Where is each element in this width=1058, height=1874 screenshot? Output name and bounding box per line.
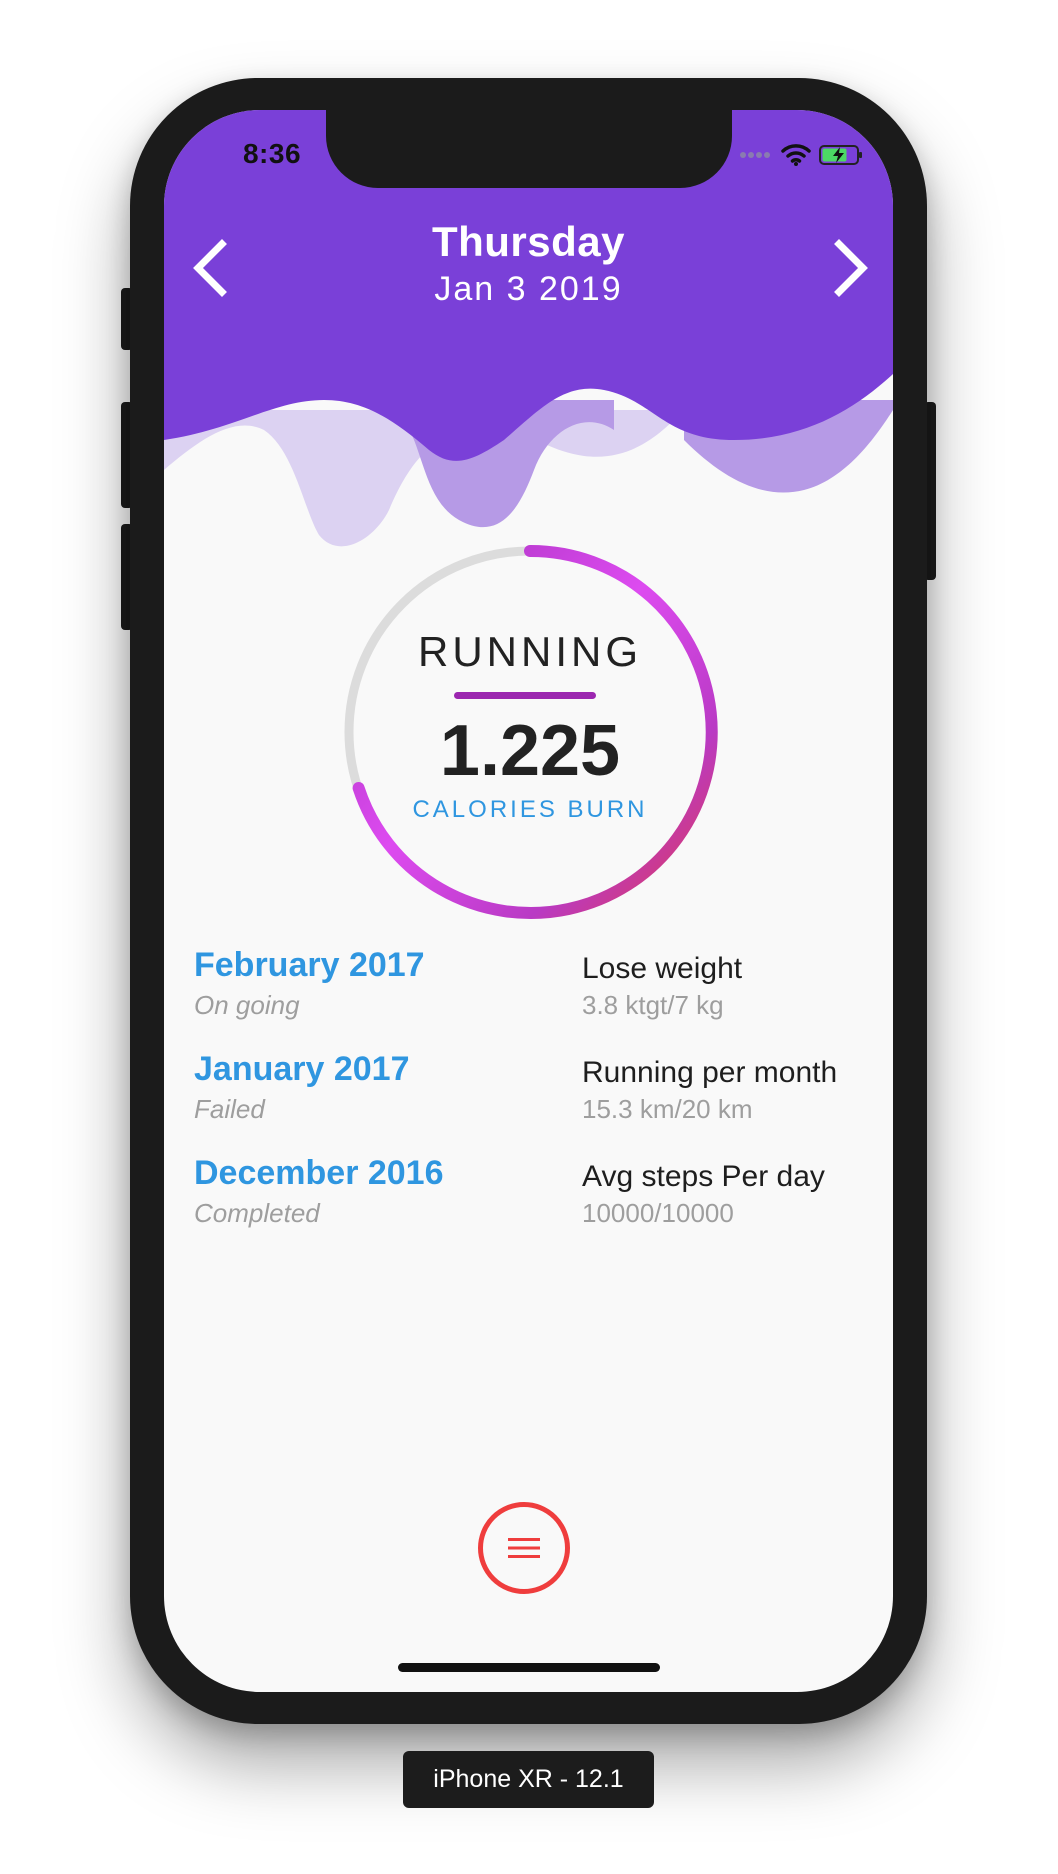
goal-progress: 3.8 ktgt/7 kg [582, 990, 724, 1020]
home-indicator[interactable] [398, 1663, 660, 1672]
goal-name: Running per month [582, 1056, 838, 1089]
device-notch [326, 110, 732, 188]
goal-progress: 15.3 km/20 km [582, 1094, 753, 1124]
battery-charging-icon [819, 145, 862, 165]
day-date: Jan 3 2019 [434, 270, 623, 308]
activity-label-underline [454, 692, 596, 699]
day-title: Thursday [431, 218, 626, 265]
goal-name: Lose weight [582, 952, 743, 985]
simulator-stage: 8:36 Thursday Jan 3 2019 RUNNING 1.225 C… [0, 0, 1058, 1874]
status-icons [739, 140, 863, 170]
menu-button[interactable] [478, 1502, 570, 1594]
calories-value: 1.225 [439, 711, 621, 791]
chevron-right-icon [834, 239, 868, 297]
phone-frame: 8:36 Thursday Jan 3 2019 RUNNING 1.225 C… [130, 78, 927, 1724]
menu-icon [508, 1538, 540, 1558]
goal-month: January 2017 [194, 1050, 410, 1088]
calories-unit: CALORIES BURN [412, 796, 648, 823]
goal-row[interactable]: December 2016 Completed Avg steps Per da… [194, 1154, 864, 1258]
goal-month: December 2016 [194, 1154, 444, 1192]
goal-status: Failed [194, 1094, 265, 1124]
goal-row[interactable]: February 2017 On going Lose weight 3.8 k… [194, 946, 864, 1050]
signal-icon [740, 152, 770, 158]
goal-row[interactable]: January 2017 Failed Running per month 15… [194, 1050, 864, 1154]
goal-progress: 10000/10000 [582, 1198, 734, 1228]
goal-status: Completed [194, 1198, 320, 1228]
activity-label: RUNNING [418, 628, 642, 675]
activity-ring: RUNNING 1.225 CALORIES BURN [340, 542, 720, 922]
goal-status: On going [194, 990, 300, 1020]
app-screen: 8:36 Thursday Jan 3 2019 RUNNING 1.225 C… [164, 110, 893, 1692]
goal-month: February 2017 [194, 946, 425, 984]
goal-name: Avg steps Per day [582, 1160, 825, 1193]
goals-list: February 2017 On going Lose weight 3.8 k… [194, 946, 864, 1258]
next-day-button[interactable] [819, 228, 879, 308]
status-time: 8:36 [242, 138, 302, 169]
wifi-icon [781, 144, 811, 166]
simulator-device-label: iPhone XR - 12.1 [403, 1751, 654, 1808]
